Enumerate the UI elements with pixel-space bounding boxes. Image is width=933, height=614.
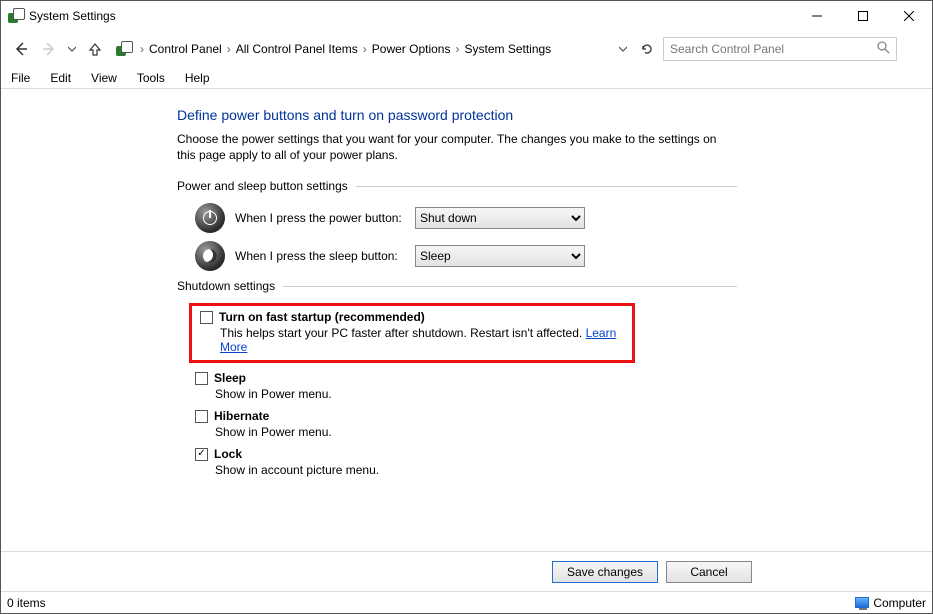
section-label: Power and sleep button settings [177, 179, 348, 193]
cancel-button[interactable]: Cancel [666, 561, 752, 583]
back-button[interactable] [9, 37, 33, 61]
fast-startup-label: Turn on fast startup (recommended) [219, 310, 425, 324]
breadcrumb-item[interactable]: Power Options [370, 42, 453, 56]
forward-button[interactable] [37, 37, 61, 61]
breadcrumb[interactable]: › Control Panel › All Control Panel Item… [111, 37, 631, 61]
page-heading: Define power buttons and turn on passwor… [177, 107, 932, 123]
close-button[interactable] [886, 1, 932, 31]
highlighted-fast-startup: Turn on fast startup (recommended) This … [189, 303, 635, 363]
menu-tools[interactable]: Tools [135, 69, 167, 87]
menu-bar: File Edit View Tools Help [1, 67, 932, 89]
menu-view[interactable]: View [89, 69, 119, 87]
chevron-right-icon[interactable]: › [454, 42, 460, 56]
power-button-row: When I press the power button: Shut down [195, 203, 932, 233]
page-intro: Choose the power settings that you want … [177, 131, 737, 163]
section-shutdown-settings: Shutdown settings [177, 279, 737, 293]
dialog-button-row: Save changes Cancel [1, 551, 932, 591]
lock-checkbox[interactable] [195, 448, 208, 461]
section-label: Shutdown settings [177, 279, 275, 293]
up-button[interactable] [83, 37, 107, 61]
control-panel-icon [115, 41, 131, 57]
sleep-button-select[interactable]: Sleep [415, 245, 585, 267]
window-title: System Settings [29, 9, 116, 23]
app-icon [7, 8, 23, 24]
status-bar: 0 items Computer [1, 591, 932, 613]
lock-option-label: Lock [214, 447, 242, 461]
chevron-right-icon[interactable]: › [139, 42, 145, 56]
power-button-select[interactable]: Shut down [415, 207, 585, 229]
hibernate-option-desc: Show in Power menu. [215, 425, 715, 439]
title-bar: System Settings [1, 1, 932, 31]
shutdown-option-sleep: Sleep Show in Power menu. [195, 371, 715, 401]
chevron-right-icon[interactable]: › [226, 42, 232, 56]
chevron-down-icon[interactable] [619, 45, 627, 53]
status-items-count: 0 items [7, 596, 46, 610]
sleep-button-row: When I press the sleep button: Sleep [195, 241, 932, 271]
hibernate-checkbox[interactable] [195, 410, 208, 423]
sleep-button-label: When I press the sleep button: [235, 249, 415, 263]
content-area: Define power buttons and turn on passwor… [1, 89, 932, 551]
fast-startup-desc: This helps start your PC faster after sh… [220, 326, 624, 354]
search-placeholder: Search Control Panel [670, 42, 784, 56]
recent-dropdown-button[interactable] [65, 37, 79, 61]
computer-icon [855, 597, 869, 608]
sleep-icon [195, 241, 225, 271]
search-input[interactable]: Search Control Panel [663, 37, 897, 61]
menu-help[interactable]: Help [183, 69, 212, 87]
search-icon [877, 41, 890, 57]
lock-option-desc: Show in account picture menu. [215, 463, 715, 477]
menu-edit[interactable]: Edit [48, 69, 73, 87]
fast-startup-checkbox[interactable] [200, 311, 213, 324]
navigation-bar: › Control Panel › All Control Panel Item… [1, 31, 932, 67]
save-changes-button[interactable]: Save changes [552, 561, 658, 583]
status-location: Computer [873, 596, 926, 610]
power-button-label: When I press the power button: [235, 211, 415, 225]
maximize-button[interactable] [840, 1, 886, 31]
breadcrumb-item[interactable]: All Control Panel Items [234, 42, 360, 56]
section-power-sleep-buttons: Power and sleep button settings [177, 179, 737, 193]
sleep-checkbox[interactable] [195, 372, 208, 385]
menu-file[interactable]: File [9, 69, 32, 87]
breadcrumb-item[interactable]: Control Panel [147, 42, 224, 56]
refresh-button[interactable] [635, 37, 659, 61]
shutdown-option-hibernate: Hibernate Show in Power menu. [195, 409, 715, 439]
hibernate-option-label: Hibernate [214, 409, 269, 423]
power-icon [195, 203, 225, 233]
sleep-option-label: Sleep [214, 371, 246, 385]
sleep-option-desc: Show in Power menu. [215, 387, 715, 401]
minimize-button[interactable] [794, 1, 840, 31]
chevron-right-icon[interactable]: › [362, 42, 368, 56]
shutdown-option-lock: Lock Show in account picture menu. [195, 447, 715, 477]
breadcrumb-item[interactable]: System Settings [462, 42, 553, 56]
